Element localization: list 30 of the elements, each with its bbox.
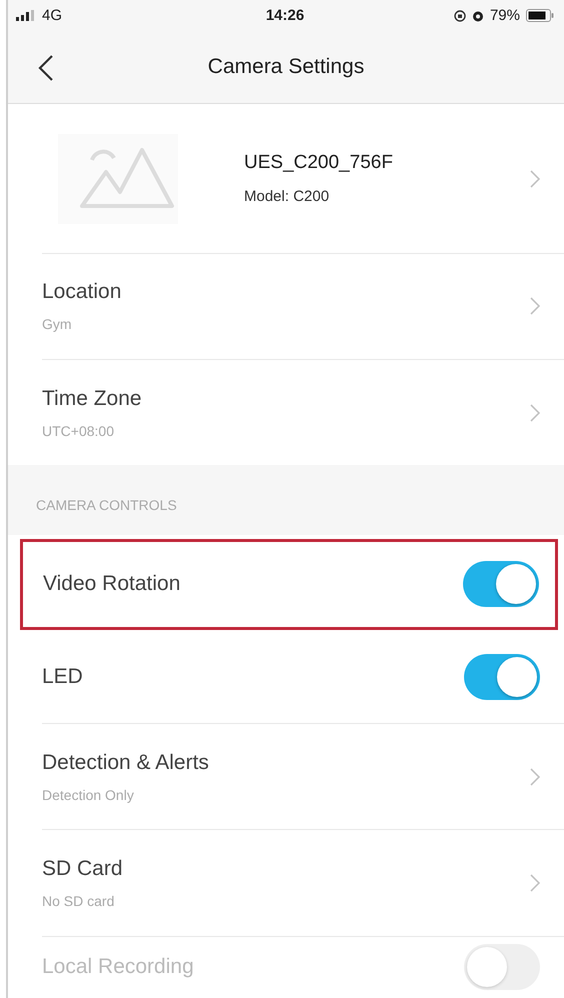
row-title: Local Recording [42, 955, 194, 980]
row-value: Gym [42, 316, 73, 332]
row-title: Detection & Alerts [42, 750, 210, 775]
battery-icon [526, 9, 554, 22]
device-model: Model: C200 [244, 188, 330, 206]
row-title: Video Rotation [43, 572, 180, 596]
row-value: Detection Only [42, 786, 135, 803]
rotation-lock-icon [454, 10, 466, 22]
row-value: No SD card [42, 892, 116, 909]
section-header: CAMERA CONTROLS [36, 496, 177, 513]
toggle-switch[interactable] [464, 654, 540, 700]
chevron-icon [530, 874, 540, 892]
battery-percent: 79% [490, 7, 520, 24]
back-button[interactable] [38, 54, 54, 82]
alarm-icon [472, 10, 484, 22]
status-time: 14:26 [266, 7, 304, 24]
signal-icon [16, 10, 36, 22]
row-title: Time Zone [42, 386, 143, 411]
row-title: Location [42, 280, 122, 304]
row-value: UTC+08:00 [42, 422, 115, 439]
row-title: LED [42, 664, 83, 689]
chevron-icon [530, 297, 540, 316]
row-title: SD Card [42, 856, 124, 881]
chevron-icon [530, 404, 540, 422]
toggle-switch[interactable] [463, 561, 539, 608]
device-name: UES_C200_756F [244, 152, 394, 174]
chevron-icon [530, 170, 540, 188]
carrier-text: 4G [42, 7, 62, 24]
page-title: Camera Settings [208, 55, 364, 80]
chevron-icon [530, 768, 540, 786]
